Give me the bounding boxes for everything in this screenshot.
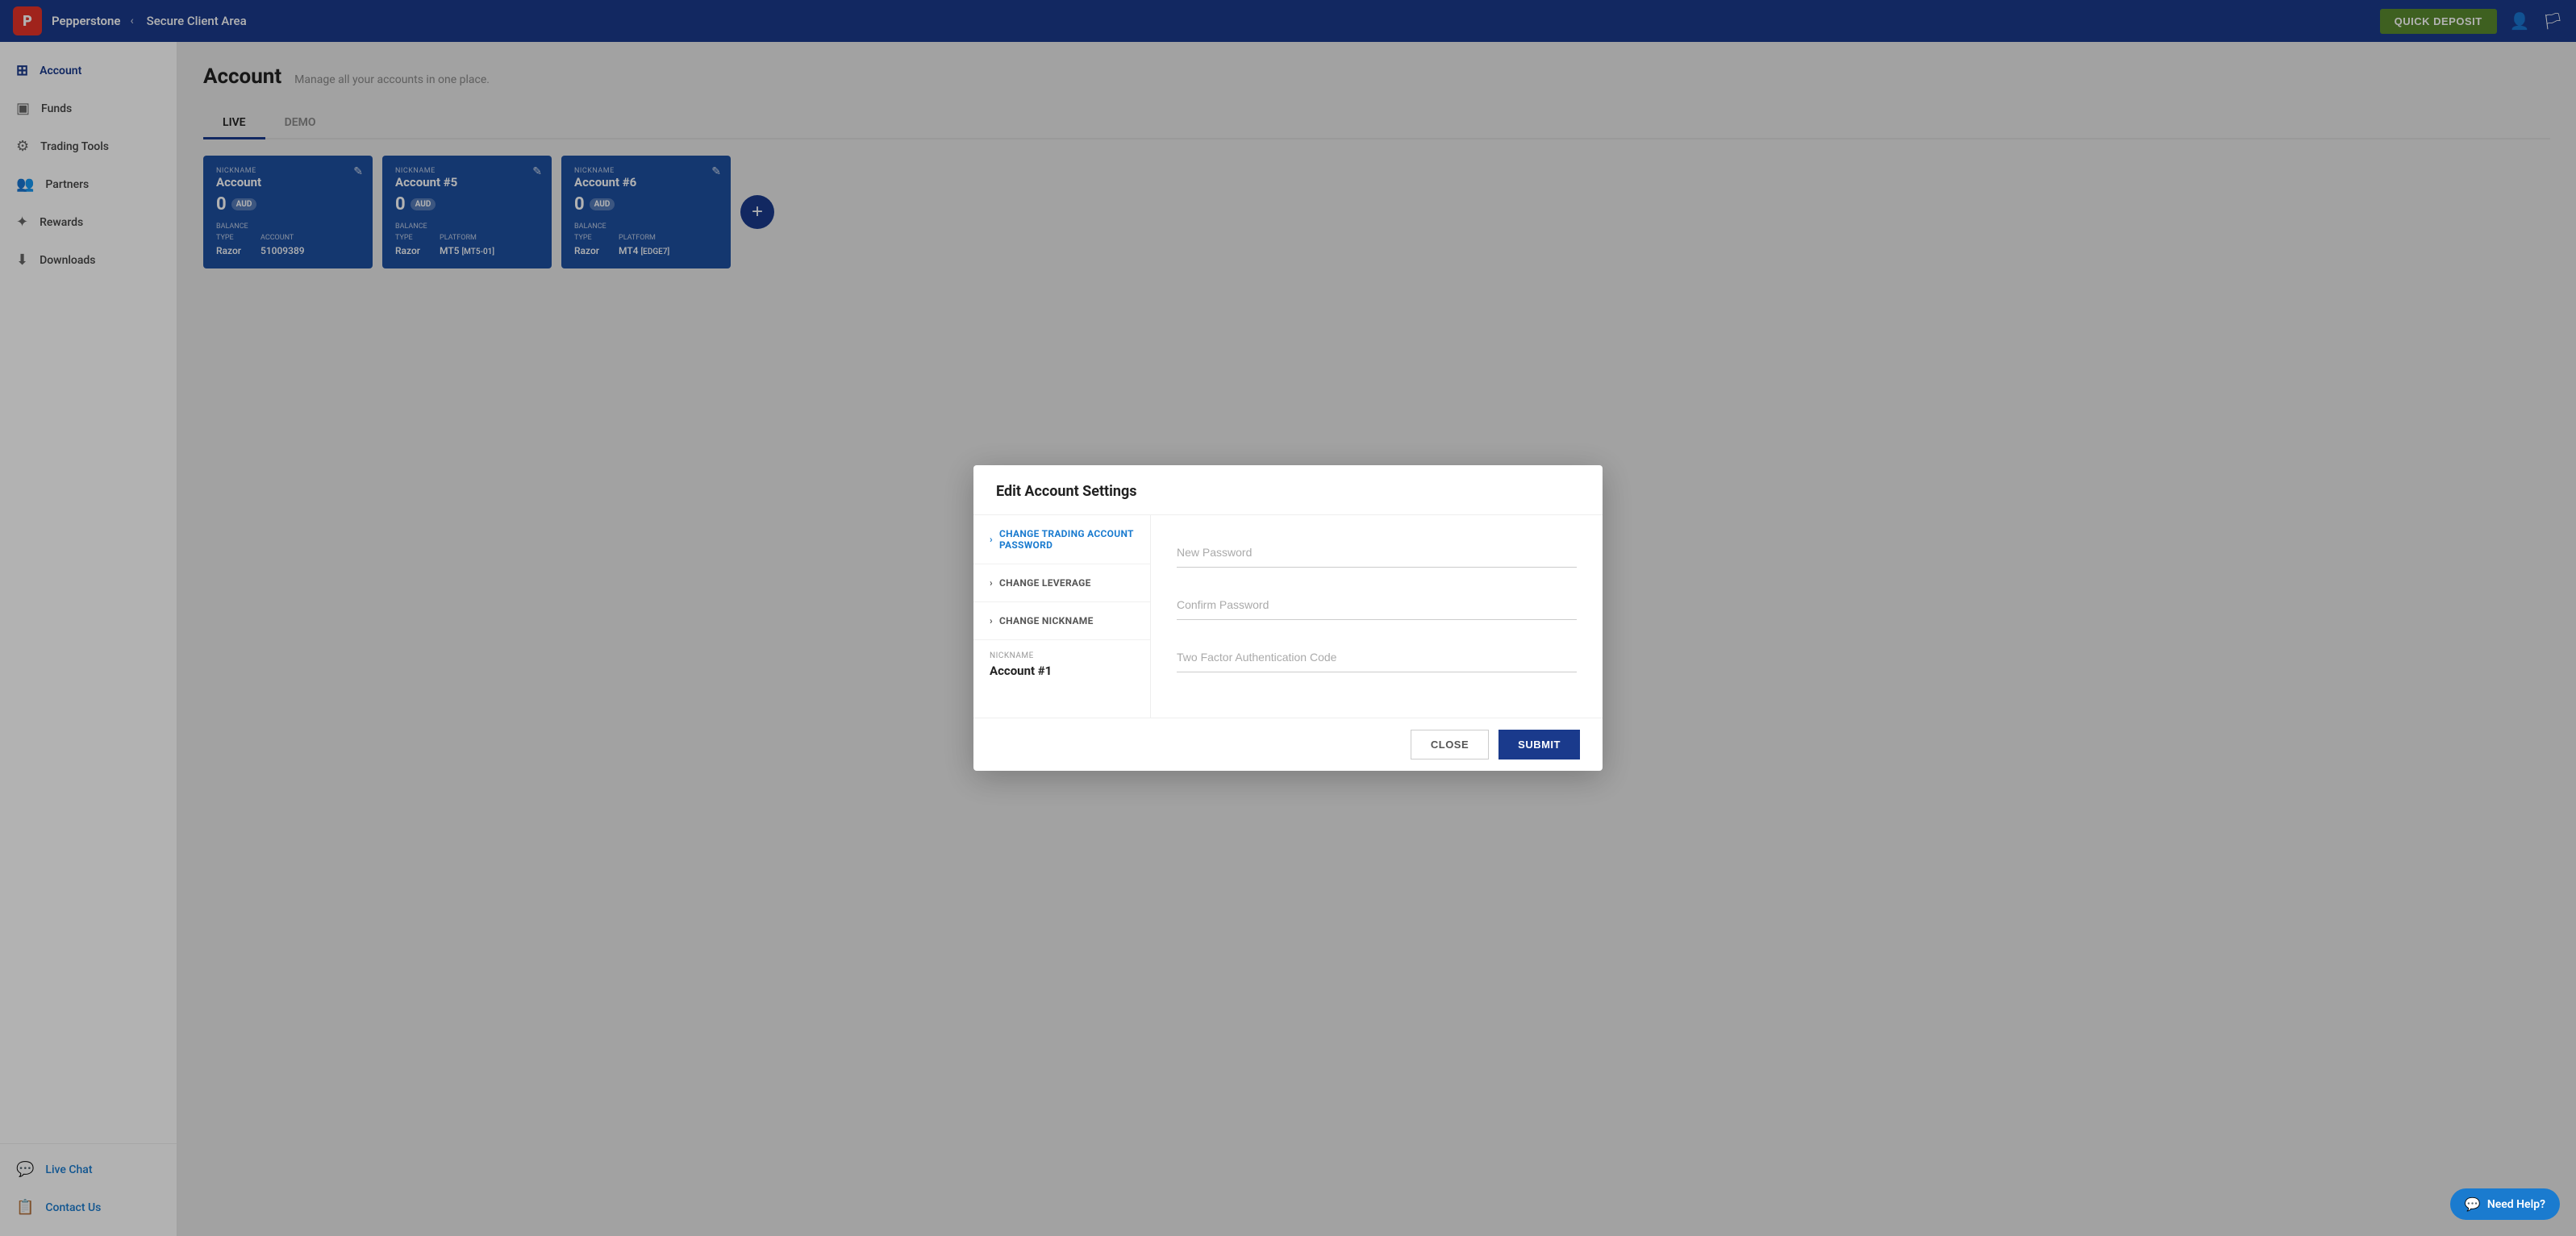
modal-menu-change-nickname[interactable]: › CHANGE NICKNAME bbox=[973, 602, 1150, 640]
modal-content-area bbox=[1151, 515, 1603, 718]
modal-menu-change-leverage-label: CHANGE LEVERAGE bbox=[999, 577, 1091, 589]
two-factor-group bbox=[1177, 643, 1577, 672]
edit-account-modal: Edit Account Settings › CHANGE TRADING A… bbox=[973, 465, 1603, 771]
chevron-right-icon: › bbox=[990, 534, 993, 545]
confirm-password-group bbox=[1177, 590, 1577, 620]
modal-nickname-section: NICKNAME Account #1 bbox=[973, 640, 1150, 689]
modal-overlay: Edit Account Settings › CHANGE TRADING A… bbox=[0, 0, 2576, 1236]
modal-menu-change-password-label: CHANGE TRADING ACCOUNT PASSWORD bbox=[999, 528, 1134, 551]
submit-button[interactable]: SUBMIT bbox=[1498, 730, 1580, 759]
modal-body: › CHANGE TRADING ACCOUNT PASSWORD › CHAN… bbox=[973, 515, 1603, 718]
chat-bubble-icon: 💬 bbox=[2465, 1196, 2481, 1212]
close-button[interactable]: CLOSE bbox=[1411, 730, 1489, 759]
need-help-button[interactable]: 💬 Need Help? bbox=[2450, 1188, 2560, 1220]
modal-sidebar: › CHANGE TRADING ACCOUNT PASSWORD › CHAN… bbox=[973, 515, 1151, 718]
modal-menu-change-nickname-label: CHANGE NICKNAME bbox=[999, 615, 1094, 626]
modal-header: Edit Account Settings bbox=[973, 465, 1603, 515]
chevron-right-icon-3: › bbox=[990, 615, 993, 626]
need-help-label: Need Help? bbox=[2487, 1198, 2545, 1211]
modal-title: Edit Account Settings bbox=[996, 483, 1580, 500]
two-factor-input[interactable] bbox=[1177, 643, 1577, 672]
new-password-input[interactable] bbox=[1177, 538, 1577, 568]
chevron-right-icon-2: › bbox=[990, 577, 993, 589]
modal-nickname-section-value: Account #1 bbox=[990, 664, 1134, 678]
modal-nickname-section-label: NICKNAME bbox=[990, 651, 1134, 660]
confirm-password-input[interactable] bbox=[1177, 590, 1577, 620]
modal-menu-change-password[interactable]: › CHANGE TRADING ACCOUNT PASSWORD bbox=[973, 515, 1150, 564]
new-password-group bbox=[1177, 538, 1577, 568]
modal-menu-change-leverage[interactable]: › CHANGE LEVERAGE bbox=[973, 564, 1150, 602]
modal-footer: CLOSE SUBMIT bbox=[973, 718, 1603, 771]
